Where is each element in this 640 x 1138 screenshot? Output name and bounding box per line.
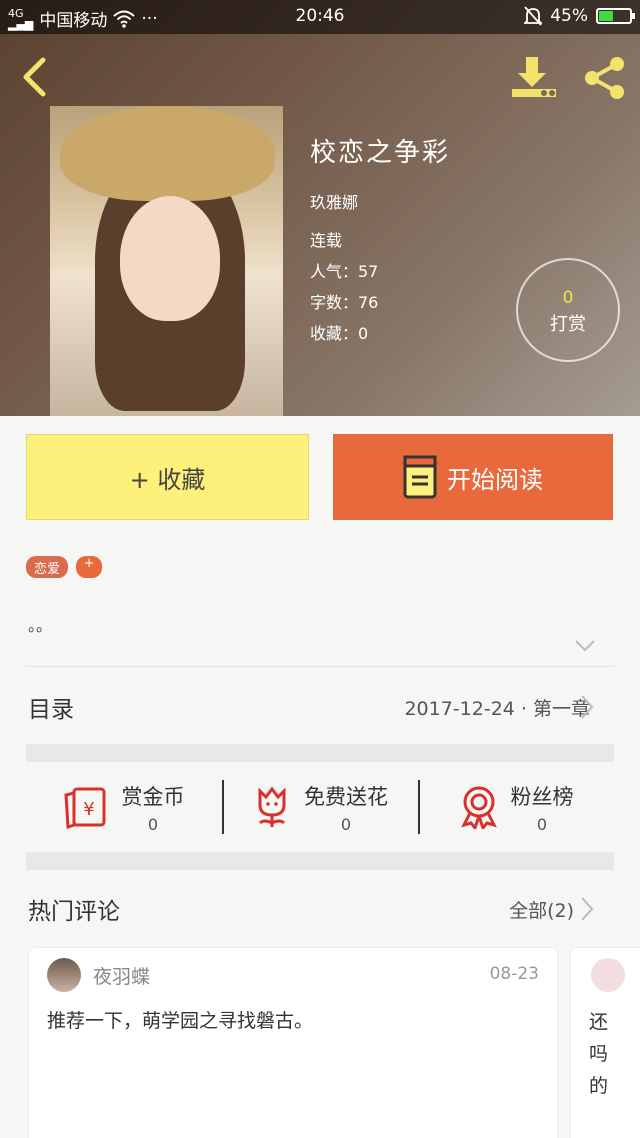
tag-list: 恋爱 + — [26, 556, 103, 578]
coin-reward-value: 0 — [147, 814, 159, 834]
add-tag-button[interactable]: + — [76, 556, 103, 578]
red-envelope-icon: ¥ — [63, 787, 105, 829]
expand-description-button[interactable] — [574, 638, 596, 657]
catalog-chevron-right-icon[interactable] — [580, 694, 594, 724]
book-icon — [403, 455, 437, 499]
all-comments-link[interactable]: 全部(2) — [509, 896, 574, 923]
medal-icon — [460, 786, 497, 829]
book-description: 。。 — [28, 616, 53, 635]
download-button[interactable] — [506, 54, 560, 102]
free-flower-item[interactable]: 免费送花 0 — [222, 762, 418, 852]
start-reading-label: 开始阅读 — [447, 465, 543, 494]
section-separator — [26, 744, 614, 762]
free-flower-value: 0 — [340, 814, 352, 834]
avatar[interactable] — [47, 958, 81, 992]
fan-ranking-item[interactable]: 粉丝榜 0 — [418, 762, 614, 852]
book-info: 校恋之争彩 玖雅娜 连载 人气：57 字数：76 收藏：0 — [310, 132, 450, 349]
book-cover-image[interactable] — [50, 106, 283, 416]
comment-card[interactable]: 还吗的 — [570, 947, 640, 1138]
hot-comments-title: 热门评论 — [28, 899, 120, 925]
comment-card[interactable]: 夜羽蝶 08-23 推荐一下，萌学园之寻找磐古。 — [28, 947, 558, 1138]
status-bar: 4G ▂▄▆ 中国移动 ··· 20:46 45% — [0, 0, 640, 34]
battery-icon — [596, 8, 635, 24]
book-title: 校恋之争彩 — [310, 138, 451, 168]
flower-icon — [258, 786, 286, 827]
section-separator — [26, 852, 614, 870]
cover-face — [120, 196, 220, 321]
start-reading-button[interactable]: 开始阅读 — [333, 434, 613, 520]
comment-date: 08-23 — [489, 964, 539, 984]
collect-label: + 收藏 — [129, 465, 206, 494]
tag-romance[interactable]: 恋爱 — [26, 556, 69, 578]
top-toolbar — [0, 34, 640, 114]
divider — [26, 666, 614, 667]
latest-chapter-link[interactable]: 2017-12-24 · 第一章 — [404, 694, 590, 721]
book-word-count: 字数：76 — [310, 293, 379, 312]
battery-fill — [599, 11, 614, 21]
chevron-down-icon — [575, 640, 595, 652]
book-favorites: 收藏：0 — [310, 324, 369, 343]
catalog-label[interactable]: 目录 — [28, 690, 74, 724]
reward-count: 0 — [562, 288, 574, 308]
reward-label: 打赏 — [550, 314, 586, 335]
back-arrow-icon — [23, 57, 46, 97]
collect-button[interactable]: + 收藏 — [26, 434, 309, 520]
book-author[interactable]: 玖雅娜 — [310, 189, 450, 213]
cover-hat — [60, 106, 275, 201]
coin-reward-item[interactable]: ¥ 赏金币 0 — [26, 762, 222, 852]
fan-ranking-label: 粉丝榜 — [510, 784, 574, 809]
svg-text:¥: ¥ — [83, 799, 94, 820]
coin-reward-label: 赏金币 — [121, 784, 185, 809]
download-icon — [512, 57, 556, 97]
fan-ranking-value: 0 — [536, 814, 548, 834]
share-icon — [585, 57, 624, 99]
back-button[interactable] — [16, 54, 52, 100]
free-flower-label: 免费送花 — [304, 784, 388, 809]
comment-text: 还吗的 — [589, 1011, 609, 1097]
comment-username[interactable]: 夜羽蝶 — [93, 962, 150, 989]
book-status: 连载 — [310, 231, 343, 250]
comments-chevron-right-icon[interactable] — [580, 896, 594, 926]
reward-button[interactable]: 0 打赏 — [516, 258, 620, 362]
comment-text: 推荐一下，萌学园之寻找磐古。 — [47, 1010, 314, 1032]
avatar[interactable] — [591, 958, 625, 992]
share-button[interactable] — [580, 54, 630, 102]
battery-percent: 45% — [550, 6, 588, 26]
book-popularity: 人气：57 — [310, 262, 379, 281]
mute-bell-icon — [524, 6, 543, 26]
interaction-stats: ¥ 赏金币 0 免费送花 0 粉丝榜 0 — [26, 762, 614, 852]
